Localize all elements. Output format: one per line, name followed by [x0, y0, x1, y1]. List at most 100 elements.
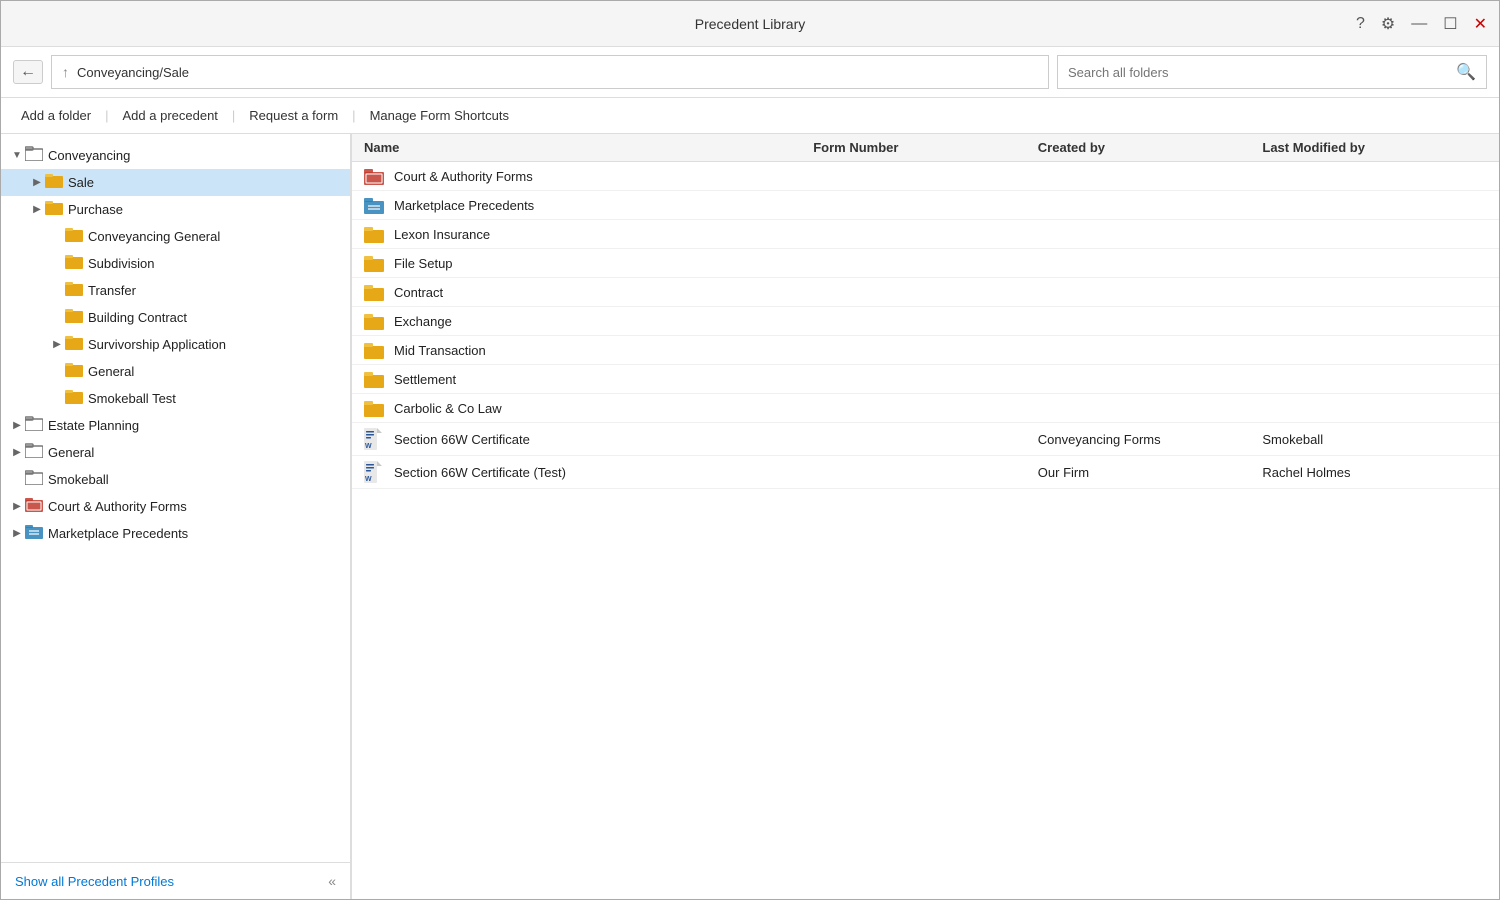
- sidebar-item-sale[interactable]: ▶ Sale: [1, 169, 350, 196]
- file-name-text-f3: Lexon Insurance: [394, 227, 490, 242]
- file-rows-container: Court & Authority Forms Marketplace Prece…: [352, 162, 1499, 489]
- tree-toggle-court-authority-forms[interactable]: ▶: [9, 501, 25, 512]
- file-row-f6[interactable]: Exchange: [352, 307, 1499, 336]
- toolbar-sep-1: |: [105, 108, 108, 123]
- file-name-text-f9: Carbolic & Co Law: [394, 401, 502, 416]
- sidebar-item-label-marketplace-precedents: Marketplace Precedents: [48, 526, 188, 541]
- file-name-text-f1: Court & Authority Forms: [394, 169, 533, 184]
- file-name-cell-f7: Mid Transaction: [364, 341, 813, 359]
- file-name-cell-f1: Court & Authority Forms: [364, 167, 813, 185]
- tree-toggle-purchase[interactable]: ▶: [29, 204, 45, 215]
- file-row-f10[interactable]: W Section 66W Certificate Conveyancing For…: [352, 423, 1499, 456]
- file-row-f1[interactable]: Court & Authority Forms: [352, 162, 1499, 191]
- sidebar-item-subdivision[interactable]: Subdivision: [1, 250, 350, 277]
- sidebar-item-label-sale: Sale: [68, 175, 94, 190]
- add-folder-button[interactable]: Add a folder: [13, 104, 99, 127]
- add-precedent-button[interactable]: Add a precedent: [115, 104, 226, 127]
- path-box[interactable]: ↑ Conveyancing/Sale: [51, 55, 1049, 89]
- nav-bar: ← ↑ Conveyancing/Sale 🔍: [1, 47, 1499, 98]
- search-box[interactable]: 🔍: [1057, 55, 1487, 89]
- file-row-f2[interactable]: Marketplace Precedents: [352, 191, 1499, 220]
- file-row-f8[interactable]: Settlement: [352, 365, 1499, 394]
- minimize-icon[interactable]: —: [1411, 15, 1427, 33]
- file-name-text-f11: Section 66W Certificate (Test): [394, 465, 566, 480]
- file-name-cell-f10: W Section 66W Certificate: [364, 428, 813, 450]
- show-all-profiles-link[interactable]: Show all Precedent Profiles: [15, 874, 174, 889]
- tree-toggle-general-top[interactable]: ▶: [9, 447, 25, 458]
- tree-icon-purchase: [45, 199, 63, 220]
- file-name-cell-f6: Exchange: [364, 312, 813, 330]
- sidebar-item-label-survivorship-application: Survivorship Application: [88, 337, 226, 352]
- sidebar-item-label-general-top: General: [48, 445, 94, 460]
- sidebar-item-conveyancing[interactable]: ▼ Conveyancing: [1, 142, 350, 169]
- sidebar-item-marketplace-precedents[interactable]: ▶ Marketplace Precedents: [1, 520, 350, 547]
- tree-toggle-conveyancing[interactable]: ▼: [9, 150, 25, 161]
- tree-container: ▼ Conveyancing ▶ Sale ▶PurchaseConveyancing …: [1, 142, 350, 547]
- file-row-f11[interactable]: W Section 66W Certificate (Test) Our FirmR…: [352, 456, 1499, 489]
- col-header-last-modified: Last Modified by: [1262, 140, 1487, 155]
- file-row-f7[interactable]: Mid Transaction: [352, 336, 1499, 365]
- title-bar-icons: ? ⚙ — ☐ ✕: [1356, 14, 1487, 34]
- file-name-text-f10: Section 66W Certificate: [394, 432, 530, 447]
- file-row-f3[interactable]: Lexon Insurance: [352, 220, 1499, 249]
- file-icon-f9: [364, 399, 386, 417]
- sidebar-item-label-conveyancing: Conveyancing: [48, 148, 130, 163]
- request-form-button[interactable]: Request a form: [241, 104, 346, 127]
- sidebar-item-general-top[interactable]: ▶ General: [1, 439, 350, 466]
- svg-text:W: W: [365, 476, 372, 483]
- window-title: Precedent Library: [695, 16, 806, 32]
- col-header-form-number: Form Number: [813, 140, 1038, 155]
- sidebar-item-smokeball[interactable]: Smokeball: [1, 466, 350, 493]
- sidebar-item-label-estate-planning: Estate Planning: [48, 418, 139, 433]
- settings-icon[interactable]: ⚙: [1381, 14, 1395, 34]
- close-icon[interactable]: ✕: [1474, 14, 1487, 34]
- file-icon-f8: [364, 370, 386, 388]
- file-row-f5[interactable]: Contract: [352, 278, 1499, 307]
- sidebar-item-estate-planning[interactable]: ▶ Estate Planning: [1, 412, 350, 439]
- sidebar-item-transfer[interactable]: Transfer: [1, 277, 350, 304]
- back-button[interactable]: ←: [13, 60, 43, 84]
- sidebar-item-conveyancing-general[interactable]: Conveyancing General: [1, 223, 350, 250]
- file-created-by-f10: Conveyancing Forms: [1038, 432, 1263, 447]
- file-created-by-f11: Our Firm: [1038, 465, 1263, 480]
- sidebar-item-smokeball-test[interactable]: Smokeball Test: [1, 385, 350, 412]
- sidebar-item-general[interactable]: General: [1, 358, 350, 385]
- tree-toggle-sale[interactable]: ▶: [29, 177, 45, 188]
- collapse-icon[interactable]: «: [328, 873, 336, 889]
- file-name-cell-f9: Carbolic & Co Law: [364, 399, 813, 417]
- search-input[interactable]: [1068, 65, 1448, 80]
- manage-shortcuts-button[interactable]: Manage Form Shortcuts: [362, 104, 517, 127]
- sidebar: ▼ Conveyancing ▶ Sale ▶PurchaseConveyancing …: [1, 134, 351, 899]
- file-icon-f10: W: [364, 428, 386, 450]
- file-icon-f4: [364, 254, 386, 272]
- sidebar-item-building-contract[interactable]: Building Contract: [1, 304, 350, 331]
- toolbar-sep-2: |: [232, 108, 235, 123]
- tree-toggle-marketplace-precedents[interactable]: ▶: [9, 528, 25, 539]
- file-last-modified-f11: Rachel Holmes: [1262, 465, 1487, 480]
- sidebar-item-label-general: General: [88, 364, 134, 379]
- tree-toggle-estate-planning[interactable]: ▶: [9, 420, 25, 431]
- tree-icon-sale: [45, 172, 63, 193]
- sidebar-footer: Show all Precedent Profiles «: [1, 862, 350, 899]
- file-list: Name Form Number Created by Last Modifie…: [352, 134, 1499, 899]
- sidebar-item-purchase[interactable]: ▶Purchase: [1, 196, 350, 223]
- file-row-f4[interactable]: File Setup: [352, 249, 1499, 278]
- tree-icon-subdivision: [65, 253, 83, 274]
- tree-icon-conveyancing: [25, 145, 43, 166]
- sidebar-item-label-court-authority-forms: Court & Authority Forms: [48, 499, 187, 514]
- tree-toggle-survivorship-application[interactable]: ▶: [49, 339, 65, 350]
- col-header-name: Name: [364, 140, 813, 155]
- file-icon-f2: [364, 196, 386, 214]
- file-name-text-f5: Contract: [394, 285, 443, 300]
- tree-icon-marketplace-precedents: [25, 523, 43, 544]
- file-row-f9[interactable]: Carbolic & Co Law: [352, 394, 1499, 423]
- tree-icon-conveyancing-general: [65, 226, 83, 247]
- sidebar-item-survivorship-application[interactable]: ▶ Survivorship Application: [1, 331, 350, 358]
- title-bar: Precedent Library ? ⚙ — ☐ ✕: [1, 1, 1499, 47]
- help-icon[interactable]: ?: [1356, 15, 1365, 33]
- file-name-cell-f8: Settlement: [364, 370, 813, 388]
- maximize-icon[interactable]: ☐: [1443, 14, 1457, 34]
- file-name-cell-f4: File Setup: [364, 254, 813, 272]
- sidebar-item-court-authority-forms[interactable]: ▶ Court & Authority Forms: [1, 493, 350, 520]
- file-list-header: Name Form Number Created by Last Modifie…: [352, 134, 1499, 162]
